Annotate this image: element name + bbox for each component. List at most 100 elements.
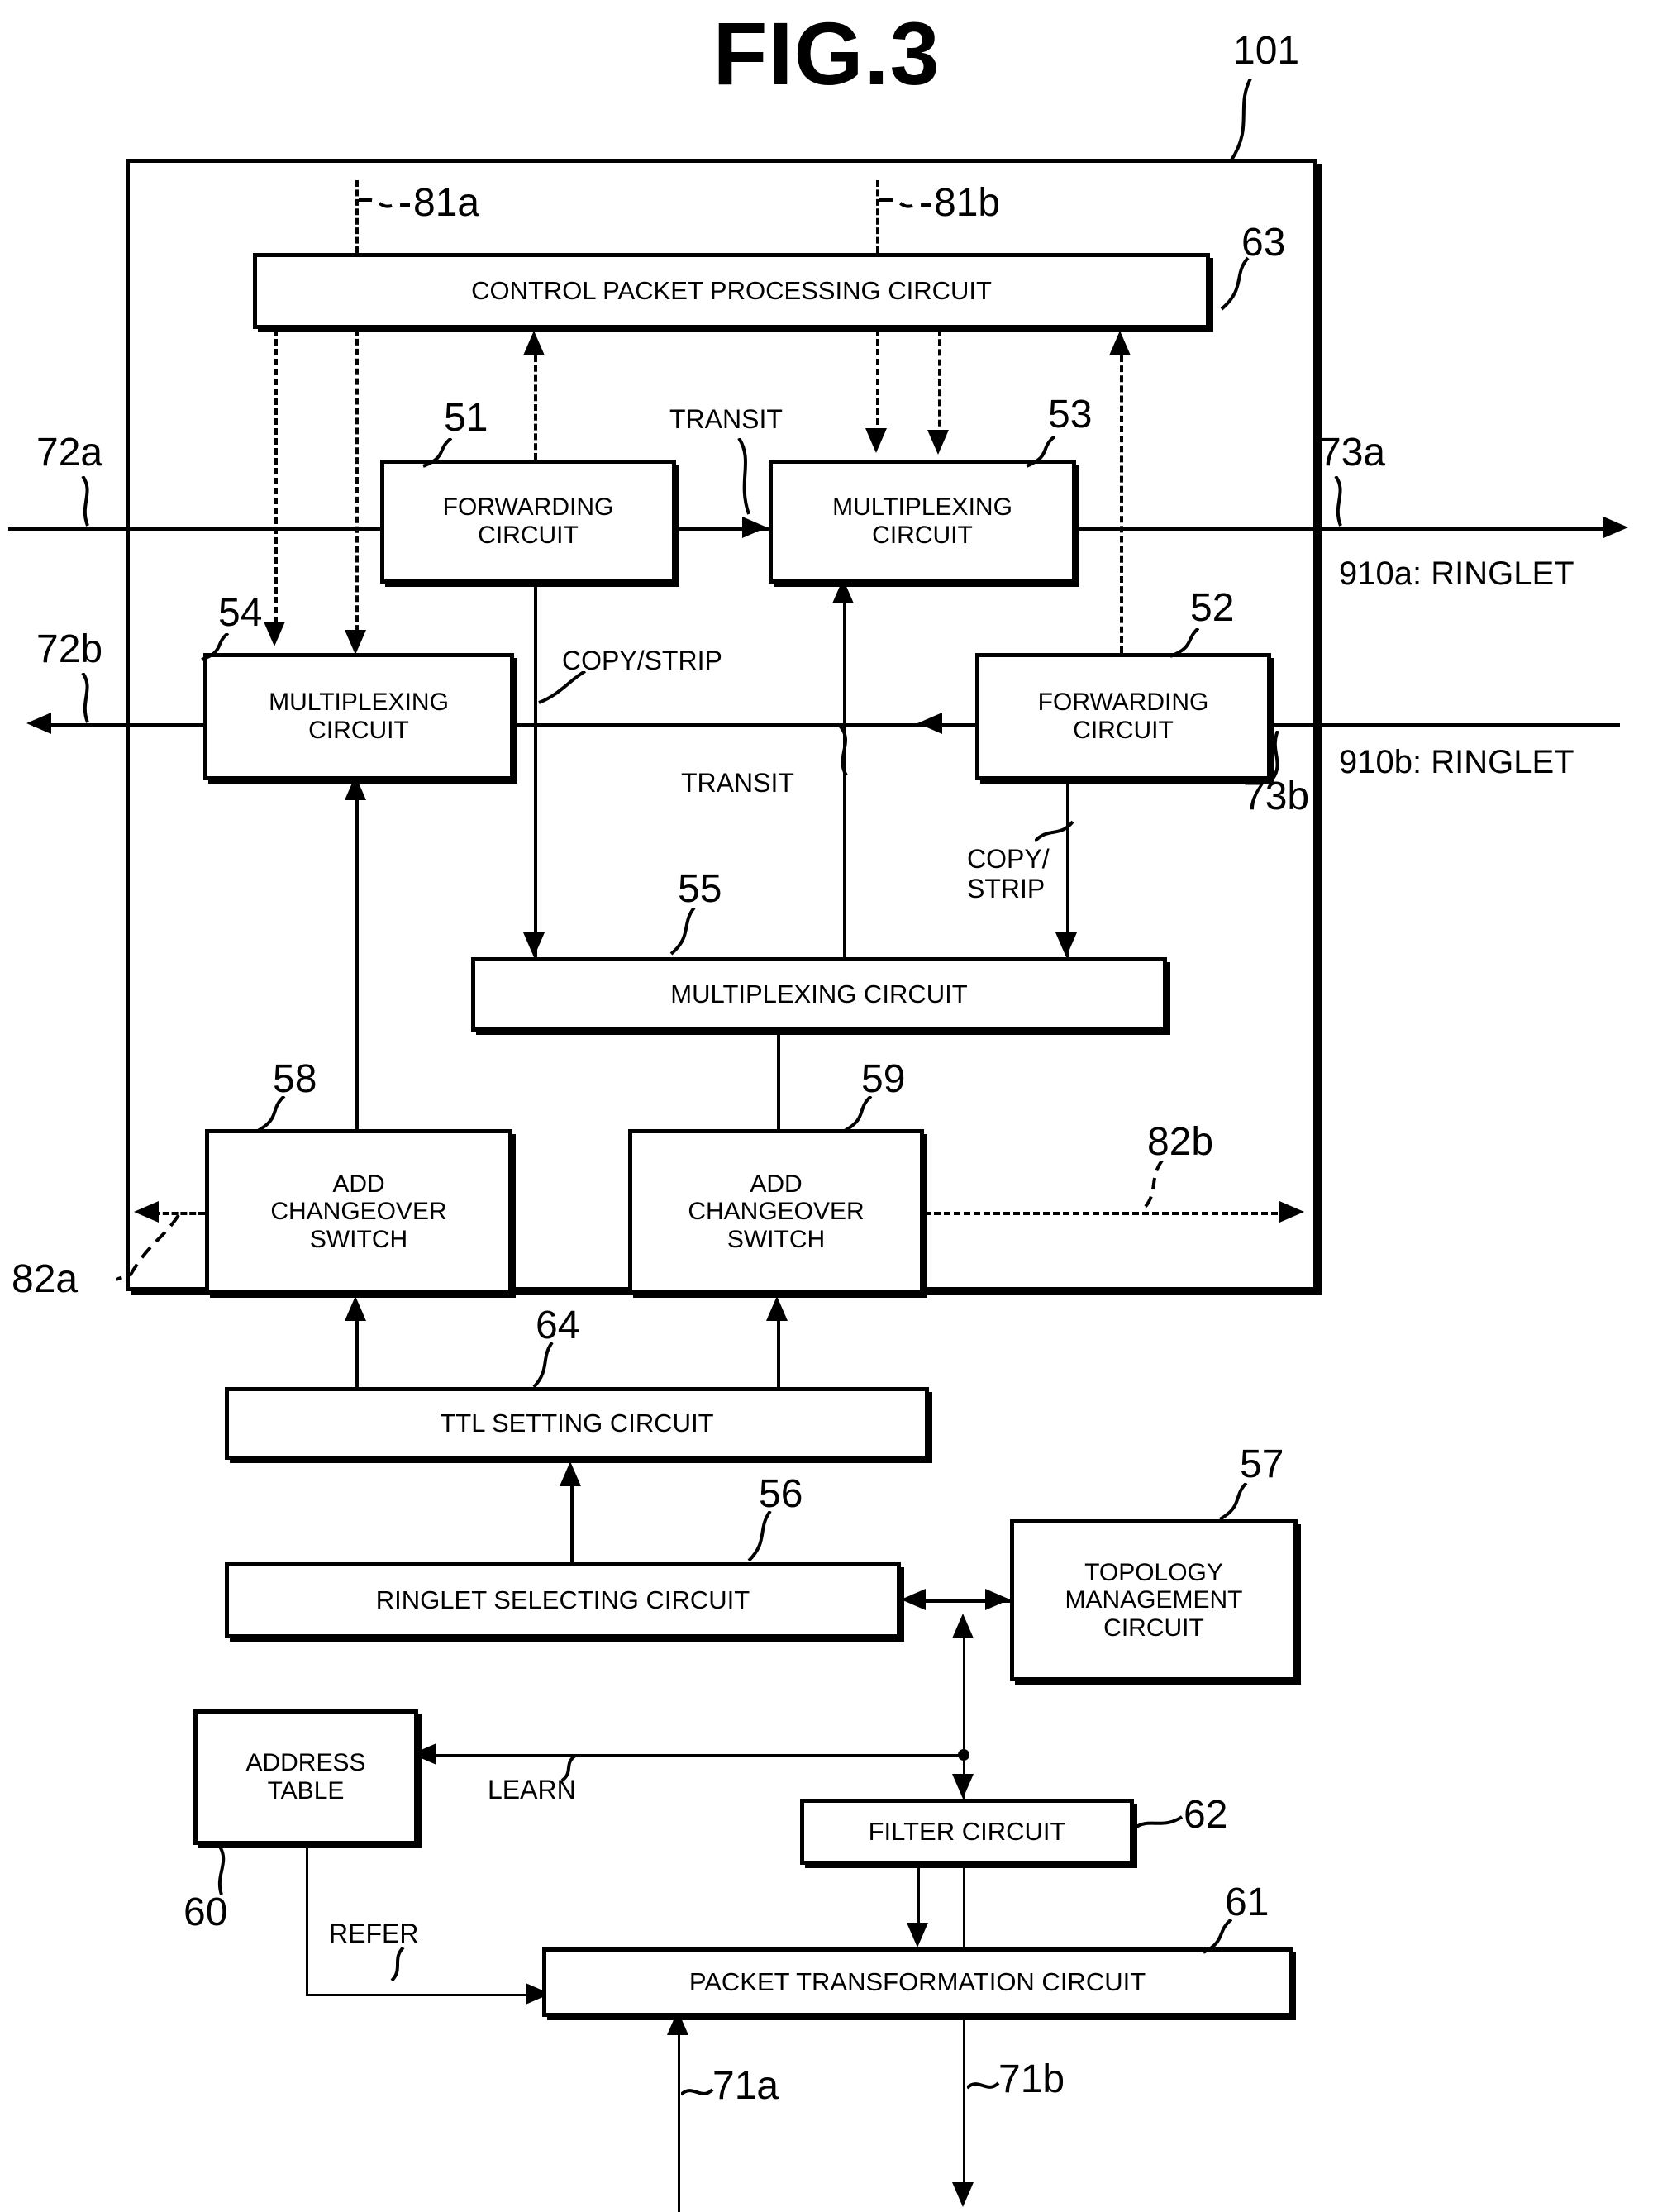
fwd52-to-cpp-line <box>1120 355 1123 653</box>
ttl-to-add58-arrow <box>345 1296 366 1321</box>
filter-to-pkt-arrow <box>907 1923 928 1947</box>
block-add-changeover-switch-59[interactable]: ADD CHANGEOVER SWITCH <box>628 1129 924 1294</box>
ref-63: 63 <box>1241 221 1286 265</box>
block-filter-circuit[interactable]: FILTER CIRCUIT <box>800 1799 1134 1865</box>
annotation-transit-mid: TRANSIT <box>681 768 794 798</box>
ringletsel-topology-arrow-left <box>901 1589 926 1610</box>
block-label: ADD CHANGEOVER SWITCH <box>270 1170 447 1253</box>
ref-64: 64 <box>536 1304 580 1347</box>
block-label: MULTIPLEXING CIRCUIT <box>269 689 449 744</box>
block-label: MULTIPLEXING CIRCUIT <box>832 493 1012 549</box>
annotation-copy-strip-left: COPY/STRIP <box>562 646 722 675</box>
block-multiplexing-circuit-54[interactable]: MULTIPLEXING CIRCUIT <box>203 653 514 780</box>
block-label: ADD CHANGEOVER SWITCH <box>688 1170 865 1253</box>
block-control-packet-processing-circuit[interactable]: CONTROL PACKET PROCESSING CIRCUIT <box>253 253 1210 329</box>
output-71b-arrow <box>952 2182 974 2207</box>
ref-60: 60 <box>183 1890 228 1934</box>
ref-72b: 72b <box>36 627 103 671</box>
leader-51 <box>422 438 453 468</box>
leader-64 <box>532 1342 554 1389</box>
mux55-to-add59-line <box>777 1032 780 1129</box>
annotation-transit-top: TRANSIT <box>669 404 783 434</box>
block-multiplexing-circuit-55[interactable]: MULTIPLEXING CIRCUIT <box>471 957 1167 1032</box>
annotation-ringlet-910b: 910b: RINGLET <box>1339 744 1574 780</box>
ctrl-82b-line <box>924 1212 1288 1215</box>
ringlet-a-arrow <box>1603 517 1628 538</box>
block-label: CONTROL PACKET PROCESSING CIRCUIT <box>471 275 992 305</box>
ringletsel-to-ttl-arrow <box>560 1461 581 1486</box>
learn-line <box>420 1754 965 1757</box>
annotation-copy-strip-right: COPY/STRIP <box>967 844 1050 903</box>
block-packet-transformation-circuit[interactable]: PACKET TRANSFORMATION CIRCUIT <box>542 1947 1293 2017</box>
control-line-81b-arrow <box>865 428 887 453</box>
ref-61: 61 <box>1225 1881 1270 1924</box>
leader-56 <box>747 1511 772 1562</box>
block-address-table[interactable]: ADDRESS TABLE <box>193 1709 418 1845</box>
fwd51-to-mux55-line <box>534 584 537 957</box>
ref-81a: 81a <box>413 181 480 225</box>
block-ttl-setting-circuit[interactable]: TTL SETTING CIRCUIT <box>225 1387 929 1460</box>
learn-junction-dot <box>958 1749 969 1761</box>
annotation-refer: REFER <box>329 1919 419 1948</box>
block-ringlet-selecting-circuit[interactable]: RINGLET SELECTING CIRCUIT <box>225 1562 901 1638</box>
leader-refer <box>390 1947 405 1982</box>
block-forwarding-circuit-51[interactable]: FORWARDING CIRCUIT <box>380 460 676 584</box>
leader-transit-top <box>737 438 750 515</box>
leader-59 <box>843 1096 873 1132</box>
leader-58 <box>256 1096 286 1132</box>
control-line-81a-down <box>355 329 359 641</box>
ref-55: 55 <box>678 867 722 911</box>
block-topology-management-circuit[interactable]: TOPOLOGY MANAGEMENT CIRCUIT <box>1010 1519 1298 1681</box>
leader-55 <box>669 908 696 956</box>
ringletsel-to-ttl-line <box>570 1485 574 1562</box>
page-title: FIG.3 <box>712 3 941 103</box>
fwd51-to-mux53-arrow <box>742 517 767 538</box>
control-line-81b-down <box>876 329 879 435</box>
ref-57: 57 <box>1240 1442 1284 1486</box>
block-multiplexing-circuit-53[interactable]: MULTIPLEXING CIRCUIT <box>769 460 1076 584</box>
control-line-81a-arrow <box>345 630 366 655</box>
ref-62: 62 <box>1184 1793 1228 1837</box>
annotation-learn: LEARN <box>488 1775 576 1804</box>
ref-82b: 82b <box>1147 1120 1214 1164</box>
block-label: FORWARDING CIRCUIT <box>442 493 614 549</box>
cpp-to-54-arrow <box>264 622 285 646</box>
ref-54: 54 <box>218 591 263 635</box>
ref-73b: 73b <box>1243 775 1310 818</box>
leader-copy-strip-right <box>1035 820 1074 843</box>
leader-57 <box>1218 1483 1248 1521</box>
block-label: TOPOLOGY MANAGEMENT CIRCUIT <box>1065 1558 1243 1642</box>
block-add-changeover-switch-58[interactable]: ADD CHANGEOVER SWITCH <box>205 1129 512 1294</box>
ref-81b: 81b <box>934 181 1001 225</box>
leader-52 <box>1169 628 1200 658</box>
leader-copy-strip-left <box>538 671 587 704</box>
leader-82b <box>1142 1161 1164 1210</box>
ttl-to-add59-arrow <box>766 1296 788 1321</box>
ref-58: 58 <box>273 1057 317 1101</box>
input-71a-line <box>678 2017 680 2212</box>
fwd51-to-cpp-arrow <box>523 331 545 355</box>
fwd51-to-mux55-arrow <box>523 932 545 957</box>
ringletsel-topology-arrow-right <box>985 1589 1010 1610</box>
pkt-transform-to-ringletsel-arrow <box>952 1614 974 1638</box>
leader-62 <box>1134 1815 1184 1830</box>
filter-to-pkt-line <box>917 1865 920 1923</box>
leader-transit-mid <box>838 726 848 777</box>
fwd52-to-mux54-arrow <box>917 713 942 734</box>
to-filter-arrow <box>952 1774 974 1799</box>
output-71b-line <box>963 2017 965 2187</box>
leader-82a <box>116 1215 180 1281</box>
leader-72b <box>81 673 89 723</box>
ref-53: 53 <box>1048 393 1093 436</box>
block-label: ADDRESS TABLE <box>245 1749 366 1804</box>
leader-61 <box>1203 1919 1233 1954</box>
block-forwarding-circuit-52[interactable]: FORWARDING CIRCUIT <box>975 653 1271 780</box>
block-label: RINGLET SELECTING CIRCUIT <box>375 1585 750 1614</box>
ref-52: 52 <box>1190 586 1235 630</box>
ref-71a: 71a <box>712 2064 779 2108</box>
leader-53 <box>1026 436 1056 468</box>
leader-101 <box>1229 79 1252 163</box>
refer-v-line <box>306 1845 308 1995</box>
block-label: TTL SETTING CIRCUIT <box>440 1408 714 1437</box>
add58-to-mux54-line <box>355 780 359 1129</box>
